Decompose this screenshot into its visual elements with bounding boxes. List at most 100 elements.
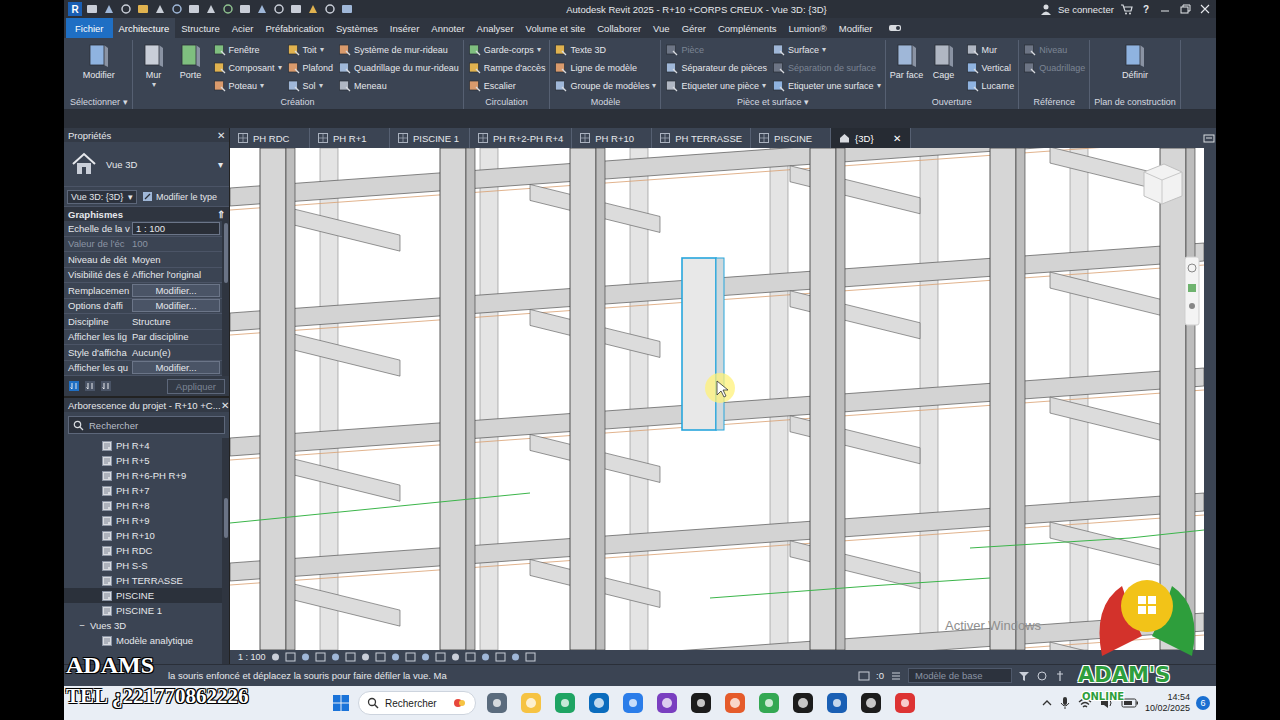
- ribbon-tab[interactable]: Architecture: [113, 18, 176, 38]
- tree-row[interactable]: PH R+4: [64, 438, 222, 453]
- view-tab[interactable]: PISCINE 1: [390, 128, 470, 148]
- ribbon-small-button[interactable]: Garde-corps▾: [468, 41, 546, 58]
- ribbon-small-button[interactable]: Rampe d'accès: [468, 59, 546, 76]
- ribbon-small-button[interactable]: Sol▾: [287, 77, 334, 94]
- ribbon-tab[interactable]: Modifier: [833, 18, 879, 38]
- edit-button[interactable]: Modifier...: [132, 299, 220, 312]
- tree-row[interactable]: PH TERRASSE: [64, 573, 222, 588]
- dropdown-arrow[interactable]: ▾: [877, 81, 881, 90]
- ribbon-small-button[interactable]: Niveau: [1023, 41, 1085, 58]
- vertical-scrollbar[interactable]: [1204, 148, 1216, 650]
- file-tab[interactable]: Fichier: [66, 18, 113, 38]
- panel-title[interactable]: Ouverture: [890, 96, 1015, 109]
- ribbon-small-button[interactable]: Etiqueter une surface▾: [772, 77, 881, 94]
- panel-title[interactable]: Plan de construction: [1094, 96, 1176, 109]
- instance-dropdown[interactable]: Vue 3D: {3D}▾: [67, 190, 137, 204]
- ribbon-small-button[interactable]: Surface▾: [772, 41, 881, 58]
- panel-title[interactable]: Pièce et surface ▾: [665, 96, 880, 109]
- ribbon-tab[interactable]: Volume et site: [520, 18, 592, 38]
- dropdown-arrow[interactable]: ▾: [152, 80, 156, 89]
- dropdown-arrow[interactable]: ▾: [319, 81, 323, 90]
- collapse-toggle[interactable]: ⇑: [217, 209, 225, 220]
- ribbon-small-button[interactable]: Lucarne: [966, 77, 1015, 94]
- ribbon-small-button[interactable]: Texte 3D: [554, 41, 656, 58]
- apply-button[interactable]: Appliquer: [167, 379, 225, 394]
- view-tab[interactable]: PH R+1: [310, 128, 390, 148]
- ribbon-tab[interactable]: Collaborer: [591, 18, 647, 38]
- ribbon-small-button[interactable]: Plafond: [287, 59, 334, 76]
- ribbon-tab[interactable]: Annoter: [425, 18, 470, 38]
- view-tab[interactable]: PH R+2-PH R+4: [470, 128, 572, 148]
- scroll-thumb[interactable]: [224, 223, 228, 283]
- design-option-field[interactable]: Modèle de base: [908, 668, 1012, 683]
- panel-title[interactable]: Création: [137, 96, 459, 109]
- ribbon-large-button[interactable]: Par face: [890, 40, 924, 80]
- panel-title[interactable]: Sélectionner ▾: [70, 96, 128, 109]
- view-tab[interactable]: PISCINE: [751, 128, 831, 148]
- tree-row[interactable]: PH R+10: [64, 528, 222, 543]
- ribbon-large-button[interactable]: Modifier: [82, 40, 116, 80]
- panel-title[interactable]: Référence: [1023, 96, 1085, 109]
- edit-button[interactable]: Modifier...: [132, 284, 220, 297]
- tree-row[interactable]: PH R+7: [64, 483, 222, 498]
- tree-row[interactable]: PH S-S: [64, 558, 222, 573]
- ribbon-small-button[interactable]: Système de mur-rideau: [338, 41, 459, 58]
- ribbon-small-button[interactable]: Quadrillage du mur-rideau: [338, 59, 459, 76]
- close-button[interactable]: ✕: [217, 130, 225, 141]
- ribbon-tab[interactable]: Acier: [226, 18, 260, 38]
- ribbon-small-button[interactable]: Mur: [966, 41, 1015, 58]
- ribbon-tab[interactable]: Vue: [647, 18, 676, 38]
- dropdown-arrow[interactable]: ▾: [260, 81, 264, 90]
- dropdown-arrow[interactable]: ▾: [218, 159, 223, 170]
- ribbon-large-button[interactable]: Définir: [1118, 40, 1152, 80]
- panel-title[interactable]: Modèle: [554, 96, 656, 109]
- panel-title[interactable]: Circulation: [468, 96, 546, 109]
- ribbon-tab[interactable]: Analyser: [471, 18, 520, 38]
- view-scale[interactable]: 1 : 100: [238, 652, 266, 662]
- expand-toggle[interactable]: −: [78, 620, 86, 631]
- value-field[interactable]: 1 : 100: [132, 222, 220, 235]
- ribbon-small-button[interactable]: Etiqueter une pièce▾: [665, 77, 767, 94]
- close-button[interactable]: ✕: [221, 400, 229, 411]
- tree-row[interactable]: PH R+8: [64, 498, 222, 513]
- type-selector[interactable]: Vue 3D▾: [64, 142, 229, 187]
- tree-row[interactable]: PH R+6-PH R+9: [64, 468, 222, 483]
- clock[interactable]: 14:5410/02/2025: [1145, 692, 1190, 714]
- dropdown-arrow[interactable]: ▾: [762, 81, 766, 90]
- edit-button[interactable]: Modifier...: [132, 361, 220, 374]
- ribbon-tab[interactable]: Préfabrication: [259, 18, 330, 38]
- ribbon-tab[interactable]: Compléments: [712, 18, 783, 38]
- tree-row[interactable]: PH R+5: [64, 453, 222, 468]
- ribbon-tab[interactable]: Lumion®: [783, 18, 833, 38]
- ribbon-small-button[interactable]: Meneau: [338, 77, 459, 94]
- search-input[interactable]: [87, 419, 220, 432]
- ribbon-large-button[interactable]: Cage: [927, 40, 961, 80]
- ribbon-tab[interactable]: Gérer: [676, 18, 712, 38]
- dropdown-arrow[interactable]: ▾: [537, 45, 541, 54]
- ribbon-small-button[interactable]: Ligne de modèle: [554, 59, 656, 76]
- ribbon-small-button[interactable]: Fenêtre: [213, 41, 282, 58]
- scrollbar[interactable]: [222, 221, 229, 376]
- tree-row[interactable]: PISCINE: [64, 588, 222, 603]
- help-button[interactable]: ?: [1140, 4, 1152, 15]
- notification-badge[interactable]: 6: [1196, 696, 1210, 710]
- tree-row[interactable]: −Vues 3D: [64, 618, 222, 633]
- ribbon-small-button[interactable]: Escalier: [468, 77, 546, 94]
- scroll-thumb[interactable]: [224, 498, 228, 538]
- view-tab[interactable]: PH RDC: [230, 128, 310, 148]
- ribbon-large-button[interactable]: Porte: [174, 40, 208, 89]
- scrollbar[interactable]: [222, 438, 229, 664]
- dropdown-arrow[interactable]: ▾: [320, 45, 324, 54]
- view-tab[interactable]: {3D}✕: [831, 128, 911, 148]
- ribbon-small-button[interactable]: Séparateur de pièces: [665, 59, 767, 76]
- tree-row[interactable]: Modèle analytique: [64, 633, 222, 648]
- ribbon-small-button[interactable]: Séparation de surface: [772, 59, 881, 76]
- ribbon-small-button[interactable]: Toit▾: [287, 41, 334, 58]
- dropdown-arrow[interactable]: ▾: [278, 63, 282, 72]
- ribbon-small-button[interactable]: Vertical: [966, 59, 1015, 76]
- tab-close-button[interactable]: ✕: [893, 133, 901, 144]
- taskbar-search[interactable]: Rechercher: [358, 691, 476, 715]
- ribbon-small-button[interactable]: Composant▾: [213, 59, 282, 76]
- ribbon-small-button[interactable]: Pièce: [665, 41, 767, 58]
- ribbon-tab[interactable]: Systèmes: [330, 18, 384, 38]
